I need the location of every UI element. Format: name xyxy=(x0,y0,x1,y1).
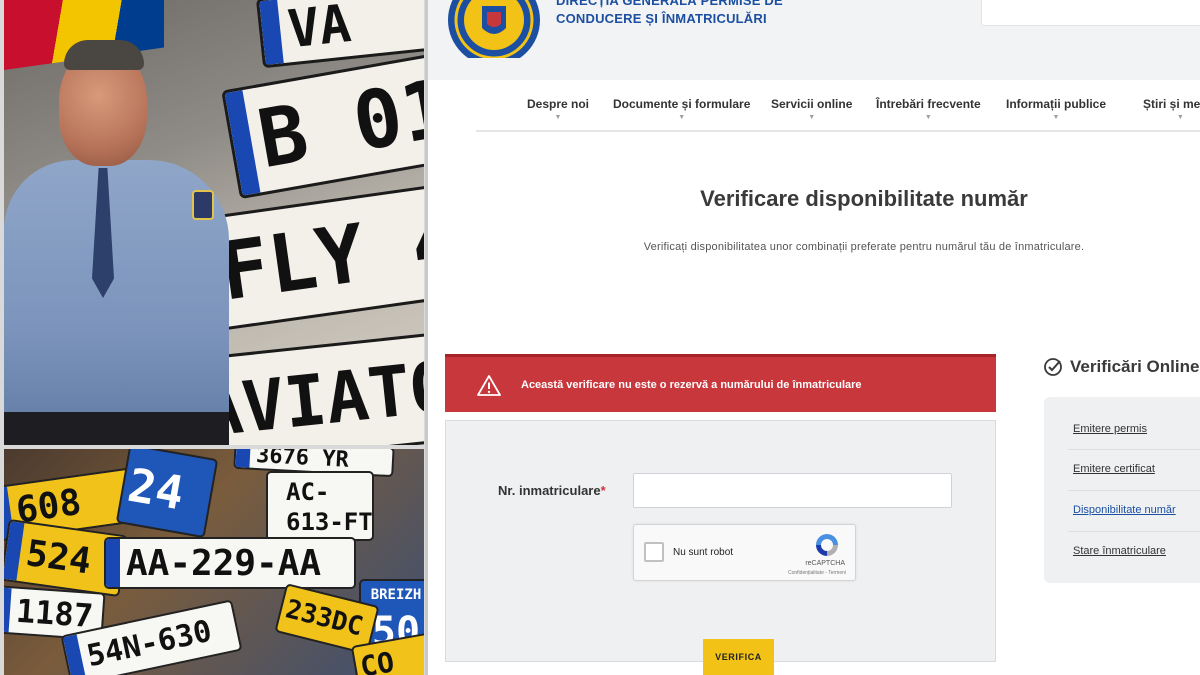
page-subtitle: Verificați disponibilitatea unor combina… xyxy=(643,241,1085,253)
plate-fly4: FLY 4 xyxy=(202,183,424,332)
recaptcha-brand: reCAPTCHA xyxy=(805,560,845,567)
plate-24: 24 xyxy=(115,449,219,539)
plate-va: VA xyxy=(255,0,424,69)
nav-intrebari[interactable]: Întrebări frecvente ▼ xyxy=(876,97,981,122)
plate-number-label: Nr. inmatriculare* xyxy=(498,483,606,498)
sidebar-link-emitere-certificat[interactable]: Emitere certificat xyxy=(1073,463,1155,475)
sidebar-link-emitere-permis[interactable]: Emitere permis xyxy=(1073,423,1147,435)
brand-line-2: CONDUCERE ȘI ÎNMATRICULĂRI xyxy=(556,11,767,26)
verify-button[interactable]: VERIFICA xyxy=(703,639,774,675)
nav-servicii-online[interactable]: Servicii online ▼ xyxy=(771,97,852,122)
recaptcha-widget: Nu sunt robot reCAPTCHA Confidențialitat… xyxy=(633,524,856,581)
chevron-down-icon: ▼ xyxy=(678,114,686,121)
recaptcha-label: Nu sunt robot xyxy=(673,547,734,558)
plate-ac613ft: AC- 613-FT xyxy=(266,471,374,541)
required-asterisk: * xyxy=(600,483,606,498)
plate-check-form: Nr. inmatriculare* Nu sunt robot reCAPTC… xyxy=(445,420,996,675)
plate-b01: B 01 xyxy=(221,50,424,200)
website-screenshot: DIRECȚIA GENERALĂ PERMISE DE CONDUCERE Ș… xyxy=(428,0,1200,675)
coat-of-arms-logo[interactable] xyxy=(446,0,542,58)
chevron-down-icon: ▼ xyxy=(924,114,932,121)
nav-despre-noi[interactable]: Despre noi ▼ xyxy=(527,97,589,122)
plate-number-input[interactable] xyxy=(633,473,952,508)
brand-name: DIRECȚIA GENERALĂ PERMISE DE CONDUCERE Ș… xyxy=(556,0,783,28)
nav-informatii[interactable]: Informații publice ▼ xyxy=(1006,97,1106,122)
site-header: DIRECȚIA GENERALĂ PERMISE DE CONDUCERE Ș… xyxy=(428,0,1200,80)
recaptcha-links[interactable]: Confidențialitate - Termeni xyxy=(788,570,846,576)
plate-stack: VA B 01 FLY 4 AVIATO xyxy=(183,0,424,445)
brand-line-1: DIRECȚIA GENERALĂ PERMISE DE xyxy=(556,0,783,8)
chevron-down-icon: ▼ xyxy=(808,114,816,121)
warning-triangle-icon xyxy=(477,374,501,396)
main-nav: Despre noi ▼ Documente și formulare ▼ Serv… xyxy=(476,80,1200,132)
sidebar-title: Verificări Online xyxy=(1043,357,1199,377)
recaptcha-checkbox[interactable] xyxy=(644,542,664,562)
header-search-box[interactable] xyxy=(981,0,1200,26)
alert-text: Această verificare nu este o rezervă a n… xyxy=(521,378,862,391)
plates-photo: 3676 YR 608 24 AC- 613-FT 524 AA-229-AA B… xyxy=(4,449,424,675)
chevron-down-icon: ▼ xyxy=(1176,114,1184,121)
photo-collage: VA B 01 FLY 4 AVIATO 3676 YR 608 24 AC- 6… xyxy=(0,0,428,675)
sidebar-link-stare-inmatriculare[interactable]: Stare înmatriculare xyxy=(1073,545,1166,557)
nav-documente[interactable]: Documente și formulare ▼ xyxy=(613,97,750,122)
chevron-down-icon: ▼ xyxy=(1052,114,1060,121)
page-title: Verificare disponibilitate număr xyxy=(700,186,1028,211)
chevron-down-icon: ▼ xyxy=(554,114,562,121)
plate-aa229aa: AA-229-AA xyxy=(104,537,356,589)
warning-alert: Această verificare nu este o rezervă a n… xyxy=(445,354,996,412)
divider xyxy=(1068,449,1200,450)
officer-photo: VA B 01 FLY 4 AVIATO xyxy=(4,0,424,445)
sidebar-links-panel: Emitere permis Emitere certificat Dispon… xyxy=(1044,397,1200,583)
divider xyxy=(1068,531,1200,532)
sidebar-link-disponibilitate-numar[interactable]: Disponibilitate număr xyxy=(1073,504,1176,516)
recaptcha-icon xyxy=(816,534,838,556)
divider xyxy=(1068,490,1200,491)
officer xyxy=(4,40,229,445)
check-circle-icon xyxy=(1044,358,1062,376)
nav-stiri[interactable]: Știri și media▼ xyxy=(1143,97,1200,122)
